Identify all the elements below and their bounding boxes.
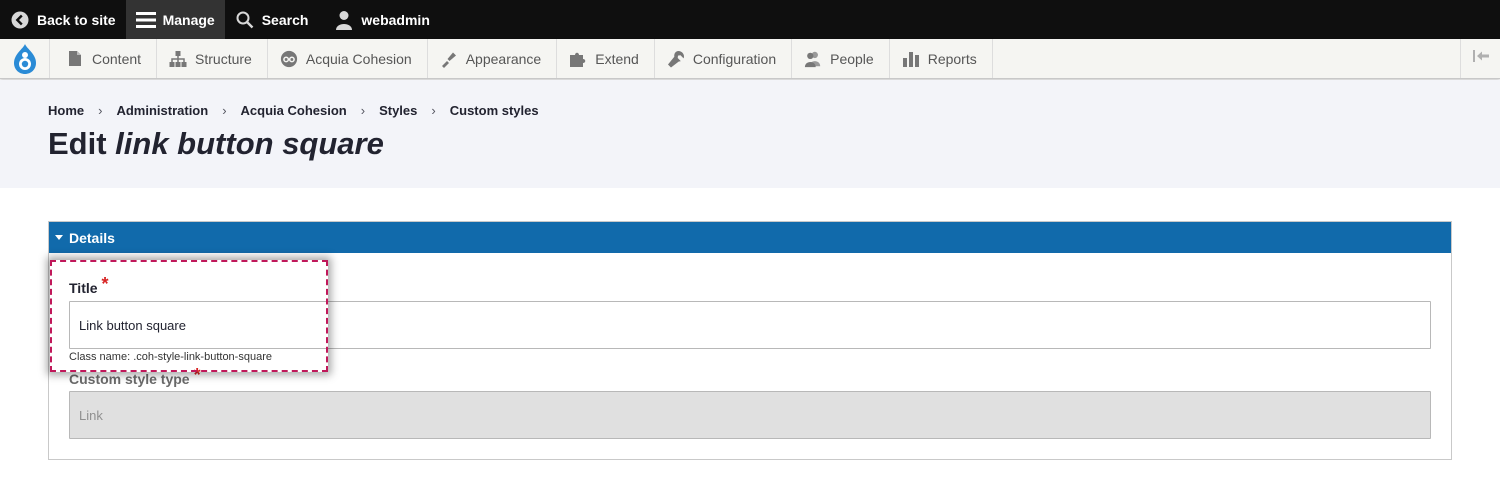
back-to-site-label: Back to site (37, 11, 116, 28)
back-to-site-link[interactable]: Back to site (0, 0, 126, 39)
breadcrumb-separator: › (222, 103, 227, 118)
breadcrumb-separator: › (431, 103, 436, 118)
breadcrumb-separator: › (360, 103, 366, 118)
manage-label: Manage (162, 11, 215, 28)
tray-item-structure-label: Structure (195, 50, 252, 67)
title-label-text: Title (69, 280, 98, 296)
tray-item-content-label: Content (92, 50, 142, 67)
details-fieldset: Details Title * Link button square Class … (48, 221, 1452, 460)
title-field-description: Class name: .coh-style-link-button-squar… (69, 351, 272, 363)
tray-item-configuration[interactable]: Configuration (655, 39, 793, 78)
search-icon (235, 10, 255, 30)
breadcrumb-administration[interactable]: Administration (116, 103, 208, 118)
search-label: Search (261, 11, 309, 28)
puzzle-icon (569, 50, 587, 68)
chevron-left-circle-icon (10, 10, 30, 30)
breadcrumb-custom-styles[interactable]: Custom styles (450, 103, 539, 118)
tray-item-acquia-cohesion-label: Acquia Cohesion (305, 50, 412, 67)
user-tab[interactable]: webadmin (318, 0, 439, 39)
required-marker: * (193, 365, 201, 385)
breadcrumb: Home › Administration › Acquia Cohesion … (48, 103, 539, 118)
drupal-logo[interactable] (0, 39, 50, 78)
details-summary-label: Details (69, 229, 115, 246)
sitemap-icon (169, 50, 187, 68)
manage-tab[interactable]: Manage (125, 0, 225, 39)
page-title-entity: link button square (115, 126, 384, 161)
details-summary[interactable]: Details (49, 222, 1451, 253)
page-title-prefix: Edit (48, 126, 116, 161)
title-input[interactable]: Link button square (69, 301, 1431, 349)
custom-style-type-value: Link (79, 407, 103, 423)
admin-tray: Content Structure Acquia Cohesion Appear… (0, 39, 1500, 79)
user-icon (334, 10, 354, 30)
tray-item-reports[interactable]: Reports (890, 39, 993, 78)
custom-style-type-input: Link (69, 391, 1431, 439)
page-title: Edit link button square (48, 126, 384, 162)
cohesion-icon (280, 50, 298, 68)
required-marker: * (101, 274, 109, 294)
search-tab[interactable]: Search (225, 0, 319, 39)
collapse-left-icon (1472, 49, 1490, 68)
breadcrumb-separator: › (98, 103, 103, 118)
file-icon (66, 50, 84, 68)
tray-item-extend-label: Extend (595, 50, 639, 67)
tray-item-extend[interactable]: Extend (557, 39, 655, 78)
drupal-drop-icon (13, 43, 36, 74)
breadcrumb-home[interactable]: Home (48, 103, 84, 118)
tray-item-content[interactable]: Content (50, 39, 158, 78)
wrench-icon (667, 50, 685, 68)
breadcrumb-styles[interactable]: Styles (379, 103, 417, 118)
custom-style-type-label-text: Custom style type (69, 371, 190, 387)
tray-item-configuration-label: Configuration (692, 50, 777, 67)
admin-toolbar: Back to site Manage Search webadmin (0, 0, 1500, 39)
hamburger-icon (135, 10, 156, 30)
custom-style-type-label: Custom style type * (69, 365, 201, 389)
people-icon (804, 50, 822, 68)
tray-item-acquia-cohesion[interactable]: Acquia Cohesion (268, 39, 428, 78)
page-header: Home › Administration › Acquia Cohesion … (0, 80, 1500, 188)
brush-icon (440, 50, 458, 68)
tray-item-appearance[interactable]: Appearance (428, 39, 558, 78)
tray-orientation-toggle[interactable] (1460, 39, 1500, 78)
breadcrumb-acquia-cohesion[interactable]: Acquia Cohesion (241, 103, 347, 118)
title-field-label: Title * (69, 274, 109, 298)
title-input-value: Link button square (79, 317, 186, 333)
tray-item-people-label: People (830, 50, 874, 67)
tray-item-appearance-label: Appearance (465, 50, 542, 67)
user-label: webadmin (361, 11, 430, 28)
tray-item-structure[interactable]: Structure (157, 39, 268, 78)
tray-item-people[interactable]: People (792, 39, 890, 78)
bar-chart-icon (902, 50, 920, 68)
tray-item-reports-label: Reports (927, 50, 977, 67)
triangle-down-icon (55, 235, 63, 240)
